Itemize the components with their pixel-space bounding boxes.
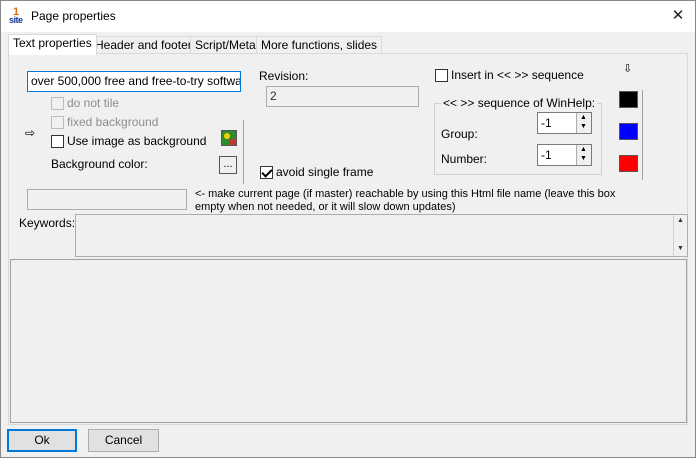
filename-hint: <- make current page (if master) reachab… bbox=[195, 188, 635, 214]
tab-text-properties[interactable]: Text properties bbox=[8, 34, 97, 55]
color-swatch-red[interactable] bbox=[619, 155, 638, 172]
fixed-background-label: fixed background bbox=[67, 115, 159, 129]
chevron-up-icon[interactable]: ▲ bbox=[580, 114, 587, 122]
tab-header-and-footer[interactable]: Header and footer bbox=[90, 36, 197, 54]
keywords-label: Keywords: bbox=[19, 216, 76, 230]
winhelp-group-label: << >> sequence of WinHelp: bbox=[441, 96, 598, 110]
group-label: Group: bbox=[441, 127, 478, 141]
chevron-down-icon[interactable]: ▼ bbox=[580, 155, 587, 163]
insert-sequence-checkbox[interactable] bbox=[435, 69, 448, 82]
down-arrow-icon: ⇩ bbox=[623, 63, 633, 75]
insert-sequence-label: Insert in << >> sequence bbox=[451, 68, 584, 82]
use-image-background-checkbox[interactable] bbox=[51, 135, 64, 148]
page-title-input[interactable]: over 500,000 free and free-to-try softwa… bbox=[27, 71, 241, 92]
html-filename-input[interactable] bbox=[27, 189, 187, 210]
close-icon[interactable]: ✕ bbox=[667, 5, 689, 27]
number-value: -1 bbox=[541, 148, 552, 162]
ok-button[interactable]: Ok bbox=[7, 429, 77, 452]
tab-script-meta[interactable]: Script/Meta bbox=[190, 36, 261, 54]
separator bbox=[243, 120, 244, 184]
group-value: -1 bbox=[541, 116, 552, 130]
title-bar: 1 site Page properties ✕ bbox=[1, 1, 695, 32]
number-stepper[interactable]: -1 ▲ ▼ bbox=[537, 144, 592, 166]
app-logo-icon: 1 site bbox=[9, 6, 25, 26]
keywords-field[interactable]: ▲ ▼ bbox=[75, 214, 688, 257]
color-swatch-black[interactable] bbox=[619, 91, 638, 108]
logo-text: site bbox=[9, 15, 23, 25]
image-picker-icon[interactable] bbox=[221, 130, 237, 146]
group-stepper-arrows[interactable]: ▲ ▼ bbox=[576, 113, 591, 133]
use-image-background-label: Use image as background bbox=[67, 134, 207, 148]
do-not-tile-label: do not tile bbox=[67, 96, 120, 110]
avoid-single-frame-checkbox[interactable] bbox=[260, 166, 273, 179]
chevron-up-icon[interactable]: ▲ bbox=[580, 146, 587, 154]
tab-more-functions-slides[interactable]: More functions, slides bbox=[256, 36, 383, 54]
page-properties-dialog: 1 site Page properties ✕ Text properties… bbox=[0, 0, 696, 458]
filename-hint-text: <- make current page (if master) reachab… bbox=[195, 188, 616, 213]
cancel-button[interactable]: Cancel bbox=[88, 429, 159, 452]
color-column-separator bbox=[642, 90, 643, 180]
arrow-right-icon: ⇨ bbox=[25, 126, 36, 140]
group-stepper[interactable]: -1 ▲ ▼ bbox=[537, 112, 592, 134]
window-title: Page properties bbox=[31, 9, 116, 23]
fixed-background-checkbox[interactable] bbox=[51, 116, 64, 129]
color-swatch-blue[interactable] bbox=[619, 123, 638, 140]
scroll-down-icon[interactable]: ▼ bbox=[677, 245, 684, 252]
background-color-button[interactable]: ... bbox=[219, 156, 237, 174]
revision-field: 2 bbox=[266, 86, 419, 107]
do-not-tile-checkbox[interactable] bbox=[51, 97, 64, 110]
chevron-down-icon[interactable]: ▼ bbox=[580, 123, 587, 131]
number-stepper-arrows[interactable]: ▲ ▼ bbox=[576, 145, 591, 165]
text-properties-panel: over 500,000 free and free-to-try softwa… bbox=[8, 53, 688, 425]
revision-label: Revision: bbox=[259, 69, 309, 83]
avoid-single-frame-label: avoid single frame bbox=[276, 165, 374, 179]
image-mark-icon bbox=[229, 139, 236, 145]
keywords-scrollbar[interactable]: ▲ ▼ bbox=[673, 215, 687, 256]
number-label: Number: bbox=[441, 152, 488, 166]
background-color-label: Background color: bbox=[51, 157, 148, 171]
scroll-up-icon[interactable]: ▲ bbox=[677, 217, 684, 224]
page-content-area[interactable] bbox=[10, 259, 687, 423]
